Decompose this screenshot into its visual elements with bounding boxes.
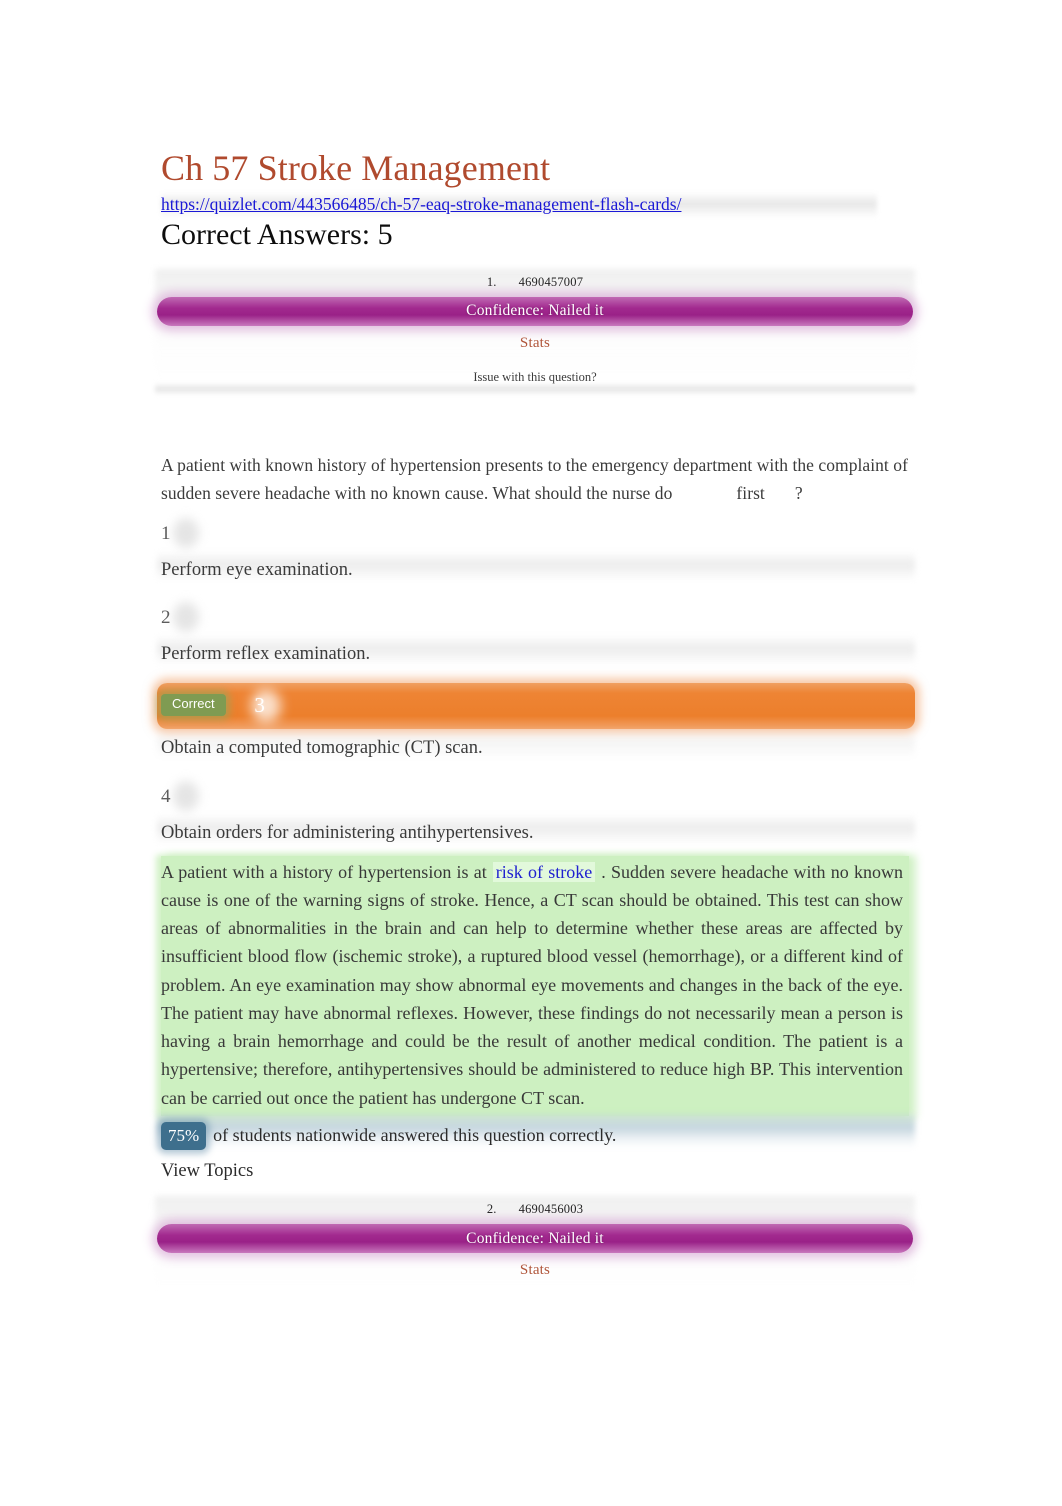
answer-option-3-text-row[interactable]: Obtain a computed tomographic (CT) scan. [157, 727, 915, 771]
answer-option-4[interactable]: 4 Obtain orders for administering antihy… [157, 771, 915, 856]
issue-row-underbar [155, 382, 915, 395]
stats-percent-badge: 75% [161, 1121, 207, 1151]
question-1-issue-row[interactable]: Issue with this question? [155, 356, 915, 395]
view-topics-link[interactable]: View Topics [161, 1154, 909, 1192]
view-topics-label: View Topics [161, 1161, 254, 1182]
question-1-stats-row: Stats [161, 326, 909, 356]
stats-link[interactable]: Stats [520, 1262, 550, 1278]
rationale-part-2: . Sudden severe headache with no known c… [161, 861, 904, 1108]
confidence-label: Confidence: Nailed it [466, 302, 604, 320]
stem-text-part-2: ? [794, 483, 803, 504]
answer-option-3-correct[interactable]: Correct 3 Obtain a computed tomographic … [157, 677, 915, 771]
answer-option-4-number: 4 [161, 785, 171, 807]
answer-option-3-number-row: Correct 3 [161, 677, 909, 727]
question-1-rationale: A patient with a history of hypertension… [161, 855, 909, 1116]
option-radio-blur [173, 602, 199, 633]
question-1-confidence-bar[interactable]: Confidence: Nailed it [157, 296, 913, 326]
question-2-confidence-bar[interactable]: Confidence: Nailed it [157, 1224, 913, 1254]
option-radio-blur [173, 780, 199, 811]
question-1-nationwide-stats: 75% of students nationwide answered this … [157, 1113, 915, 1155]
source-url-link[interactable]: https://quizlet.com/443566485/ch-57-eaq-… [161, 194, 681, 216]
question-1-stem: A patient with known history of hyperten… [161, 451, 909, 508]
answer-option-2-number: 2 [161, 607, 171, 629]
issue-with-question-link[interactable]: Issue with this question? [473, 370, 596, 384]
question-2-id-row: 2. 4690456003 [161, 1196, 909, 1224]
answer-option-1-text-row[interactable]: Perform eye examination. [157, 549, 915, 593]
answer-option-3-text: Obtain a computed tomographic (CT) scan. [161, 738, 483, 759]
answer-option-2-text: Perform reflex examination. [161, 644, 371, 665]
confidence-label: Confidence: Nailed it [466, 1229, 604, 1247]
answer-option-3-number: 3 [254, 692, 265, 717]
answer-option-2-text-row[interactable]: Perform reflex examination. [157, 633, 915, 677]
correct-answers-heading: Correct Answers: 5 [161, 218, 393, 252]
question-2-id: 4690456003 [518, 1202, 584, 1217]
rationale-part-1: A patient with a history of hypertension… [161, 861, 487, 882]
correct-badge-wrap: Correct [161, 693, 226, 716]
answer-option-1[interactable]: 1 Perform eye examination. [157, 508, 915, 593]
answer-option-2-number-row: 2 [161, 592, 909, 633]
stem-emphasis-first: first [736, 483, 765, 504]
document-body: Ch 57 Stroke Management https://quizlet.… [155, 148, 915, 1289]
stats-description-text: of students nationwide answered this que… [213, 1124, 617, 1145]
question-2-header: 2. 4690456003 Confidence: Nailed it Stats [155, 1196, 915, 1289]
document-page: Ch 57 Stroke Management https://quizlet.… [0, 0, 1062, 1506]
question-2-ordinal: 2. [486, 1202, 497, 1217]
question-1-id: 4690457007 [518, 274, 584, 289]
question-1-header: 1. 4690457007 Confidence: Nailed it Stats… [155, 268, 915, 395]
risk-of-stroke-link[interactable]: risk of stroke [492, 861, 596, 882]
question-2-stats-row: Stats [161, 1253, 909, 1283]
answer-option-4-text: Obtain orders for administering antihype… [161, 822, 534, 843]
answer-option-4-number-row: 4 [161, 771, 909, 812]
question-1-id-row: 1. 4690457007 [161, 269, 909, 297]
answer-option-1-number: 1 [161, 522, 171, 544]
correct-status-badge: Correct [161, 694, 226, 716]
page-title: Ch 57 Stroke Management [161, 148, 551, 188]
answer-option-1-number-row: 1 [161, 508, 909, 549]
answer-option-4-text-row[interactable]: Obtain orders for administering antihype… [157, 812, 915, 856]
question-1-ordinal: 1. [486, 274, 497, 289]
answer-option-2[interactable]: 2 Perform reflex examination. [157, 592, 915, 677]
answer-option-1-text: Perform eye examination. [161, 559, 353, 580]
option-radio-blur [173, 517, 199, 548]
rationale-text: A patient with a history of hypertension… [161, 858, 903, 1112]
stats-link[interactable]: Stats [520, 335, 550, 351]
